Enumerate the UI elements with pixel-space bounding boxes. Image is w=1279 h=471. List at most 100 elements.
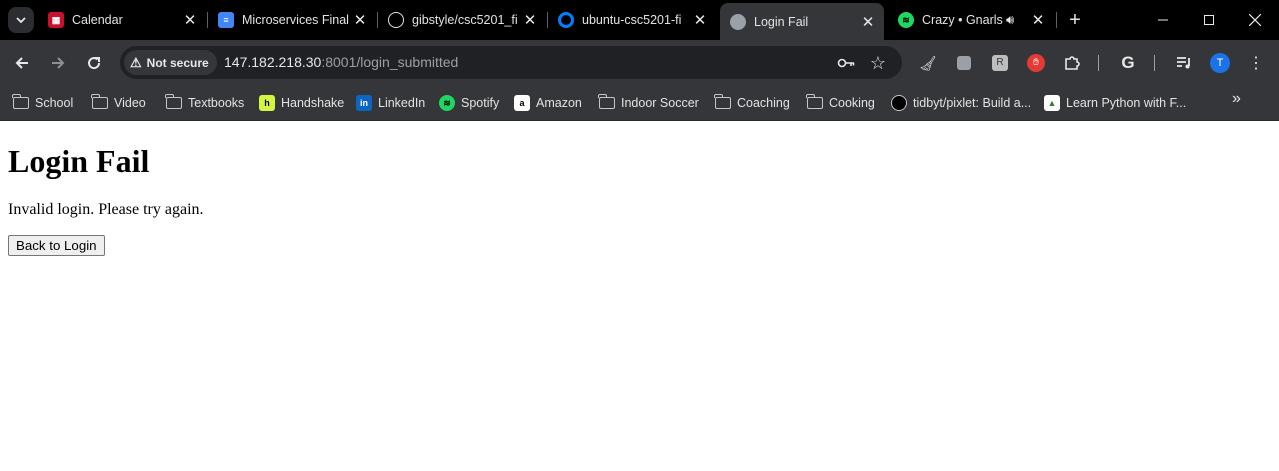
- forward-button[interactable]: [44, 49, 72, 77]
- bookmark-label: Amazon: [536, 96, 582, 110]
- security-chip[interactable]: ⚠ Not secure: [124, 50, 217, 75]
- key-icon[interactable]: [836, 53, 856, 73]
- bookmark-label: Indoor Soccer: [621, 96, 699, 110]
- bookmark-label: Spotify: [461, 96, 500, 110]
- maximize-icon: [1204, 15, 1214, 25]
- bookmark-amazon[interactable]: a Amazon: [514, 91, 582, 115]
- folder-icon: [806, 94, 823, 111]
- tab-strip: ▦ Calendar ✕ ≡ Microservices Final ✕ gib…: [0, 0, 1279, 40]
- close-icon[interactable]: ✕: [858, 13, 878, 31]
- broom-extension-icon[interactable]: 🧹︎: [918, 53, 938, 73]
- close-icon[interactable]: ✕: [520, 11, 540, 29]
- speaker-icon[interactable]: 🔊︎: [1006, 12, 1028, 28]
- docs-icon: ≡: [218, 12, 234, 28]
- bookmark-label: Cooking: [829, 96, 875, 110]
- tab-digitalocean[interactable]: ubuntu-csc5201-fi ✕: [548, 4, 716, 36]
- tab-search-button[interactable]: [8, 7, 34, 33]
- github-icon: [388, 12, 404, 28]
- minimize-button[interactable]: [1140, 0, 1186, 40]
- bookmark-textbooks[interactable]: Textbooks: [165, 91, 245, 115]
- back-button[interactable]: [8, 49, 36, 77]
- folder-icon: [12, 94, 29, 111]
- new-tab-button[interactable]: +: [1064, 8, 1086, 32]
- digitalocean-icon: [558, 12, 574, 28]
- bookmark-indoor-soccer[interactable]: Indoor Soccer: [598, 91, 699, 115]
- github-icon: [891, 95, 907, 111]
- security-label: Not secure: [146, 55, 209, 70]
- reload-icon: [88, 57, 101, 70]
- kebab-menu-icon[interactable]: ⋮: [1246, 53, 1266, 73]
- back-to-login-button[interactable]: Back to Login: [8, 235, 105, 256]
- adblock-icon[interactable]: ✋︎: [1026, 53, 1046, 73]
- bookmark-label: School: [35, 96, 74, 110]
- close-icon: [1249, 14, 1261, 26]
- bookmark-tidbyt[interactable]: tidbyt/pixlet: Build a...: [891, 91, 1031, 115]
- amazon-icon: a: [514, 95, 530, 111]
- tab-login-fail[interactable]: Login Fail ✕: [720, 3, 884, 40]
- tab-github[interactable]: gibstyle/csc5201_fi ✕: [378, 4, 546, 36]
- tab-title: Calendar: [72, 13, 123, 27]
- bookmark-cooking[interactable]: Cooking: [806, 91, 875, 115]
- puzzle-icon[interactable]: [1062, 53, 1082, 73]
- page-content: Login Fail Invalid login. Please try aga…: [0, 121, 1279, 471]
- close-icon[interactable]: ✕: [180, 11, 200, 29]
- browser-toolbar: ⚠ Not secure 147.182.218.30:8001/login_s…: [0, 40, 1279, 85]
- bookmark-handshake[interactable]: h Handshake: [259, 91, 344, 115]
- toolbar-separator: [1154, 55, 1155, 71]
- tab-title: Login Fail: [754, 14, 809, 29]
- maximize-button[interactable]: [1186, 0, 1232, 40]
- calendar-icon: ▦: [48, 12, 64, 28]
- error-message: Invalid login. Please try again.: [8, 201, 204, 218]
- star-icon[interactable]: ☆: [868, 53, 888, 73]
- google-icon[interactable]: G: [1118, 53, 1138, 73]
- folder-icon: [165, 94, 182, 111]
- tab-separator: [1056, 12, 1057, 28]
- tab-microservices[interactable]: ≡ Microservices Final ✕: [208, 4, 376, 36]
- address-bar[interactable]: ⚠ Not secure 147.182.218.30:8001/login_s…: [120, 46, 902, 79]
- pixel-extension-icon[interactable]: R: [990, 53, 1010, 73]
- minimize-icon: [1158, 19, 1168, 21]
- media-queue-icon[interactable]: [1174, 53, 1194, 73]
- warning-icon: ⚠: [130, 54, 142, 70]
- close-icon[interactable]: ✕: [350, 11, 370, 29]
- close-icon[interactable]: ✕: [690, 11, 710, 29]
- bookmarks-overflow-button[interactable]: »: [1232, 90, 1241, 108]
- bookmark-video[interactable]: Video: [91, 91, 146, 115]
- bookmark-label: Textbooks: [188, 96, 245, 110]
- bookmark-label: tidbyt/pixlet: Build a...: [913, 96, 1032, 110]
- folder-icon: [598, 94, 615, 111]
- bookmark-linkedin[interactable]: in LinkedIn: [356, 91, 425, 115]
- arrow-right-icon: [52, 57, 65, 69]
- bookmarks-bar: School Video Textbooks h Handshake in Li…: [0, 85, 1279, 121]
- close-icon[interactable]: ✕: [1028, 11, 1048, 29]
- bookmark-learn-python[interactable]: ▲ Learn Python with F...: [1044, 91, 1186, 115]
- tab-spotify[interactable]: ≋ Crazy • Gnarls 🔊︎ ✕: [888, 4, 1054, 36]
- bookmark-school[interactable]: School: [12, 91, 74, 115]
- folder-icon: [91, 94, 108, 111]
- url-host: 147.182.218.30: [224, 54, 322, 70]
- reload-button[interactable]: [80, 49, 108, 77]
- avatar[interactable]: T: [1210, 53, 1230, 73]
- bookmark-label: Learn Python with F...: [1066, 96, 1187, 110]
- bookmark-label: Handshake: [281, 96, 345, 110]
- extension-icon[interactable]: [954, 53, 974, 73]
- tab-title: Crazy • Gnarls: [922, 13, 1003, 27]
- bookmark-label: LinkedIn: [378, 96, 426, 110]
- linkedin-icon: in: [356, 95, 372, 111]
- bookmark-label: Video: [114, 96, 146, 110]
- close-window-button[interactable]: [1232, 0, 1278, 40]
- folder-icon: [714, 94, 731, 111]
- toolbar-separator: [1098, 55, 1099, 71]
- tab-calendar[interactable]: ▦ Calendar ✕: [38, 4, 206, 36]
- bookmark-spotify[interactable]: ≋ Spotify: [439, 91, 499, 115]
- bookmark-coaching[interactable]: Coaching: [714, 91, 790, 115]
- spotify-icon: ≋: [439, 95, 455, 111]
- page-title: Login Fail: [8, 143, 150, 179]
- python-course-icon: ▲: [1044, 95, 1060, 111]
- tab-title: gibstyle/csc5201_fi: [412, 13, 518, 27]
- arrow-left-icon: [15, 57, 28, 69]
- tab-title: Microservices Final: [242, 13, 349, 27]
- bookmark-label: Coaching: [737, 96, 790, 110]
- url-text[interactable]: 147.182.218.30:8001/login_submitted: [224, 54, 458, 70]
- globe-icon: [730, 13, 746, 30]
